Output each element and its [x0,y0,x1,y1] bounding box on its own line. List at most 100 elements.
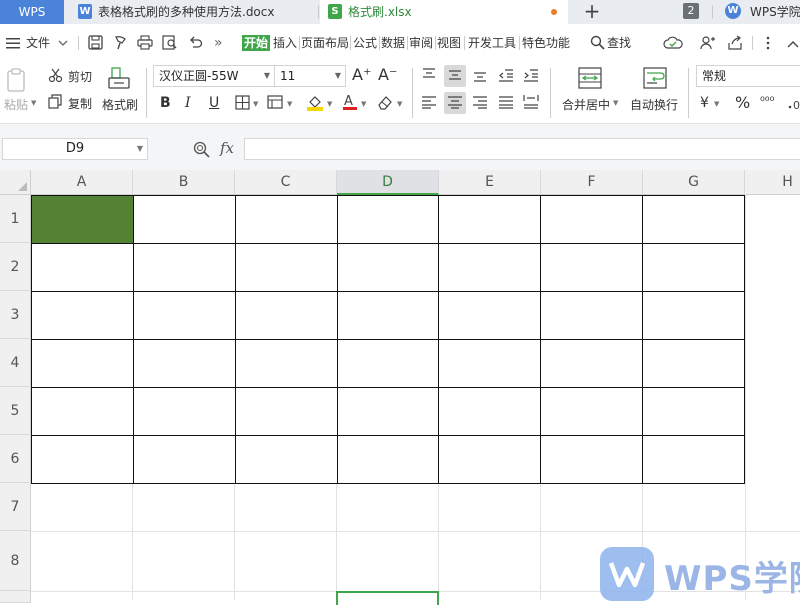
merge-center-icon[interactable] [578,67,602,92]
wps-academy-link[interactable]: WPS学院 [750,0,800,24]
align-top-icon[interactable] [421,68,437,85]
fill-color-dropdown-icon[interactable]: ▼ [327,100,332,108]
cut-button[interactable]: 剪切 [68,68,92,85]
row-header-1[interactable]: 1 [0,195,31,243]
cell-g1[interactable] [642,195,745,244]
paste-dropdown-icon[interactable]: ▼ [31,99,36,107]
cell-f4[interactable] [540,339,644,388]
export-share-icon[interactable] [727,35,743,53]
file-menu[interactable]: 文件 [26,35,50,51]
row-header-5[interactable]: 5 [0,387,31,435]
font-color-icon[interactable]: A [342,93,358,114]
cell-g5[interactable] [642,387,745,436]
cell-d2[interactable] [336,243,440,292]
cell-g2[interactable] [642,243,745,292]
format-painter-quick-icon[interactable] [113,35,128,53]
bold-button[interactable]: B [160,94,171,112]
font-color-dropdown-icon[interactable]: ▼ [361,100,366,108]
cell-b3[interactable] [132,291,236,340]
zoom-search-icon[interactable] [193,141,210,161]
cell-c5[interactable] [234,387,338,436]
currency-dropdown-icon[interactable]: ▼ [714,100,719,108]
cell-style-dropdown-icon[interactable]: ▼ [287,100,292,108]
cell-d1[interactable] [336,195,440,244]
row-header-7[interactable]: 7 [0,483,31,531]
select-all-corner[interactable] [0,170,31,195]
save-icon[interactable] [88,35,103,53]
paste-button[interactable]: 粘贴 [4,96,28,113]
merge-center-button[interactable]: 合并居中 [562,96,610,113]
column-header-c[interactable]: C [235,170,337,195]
cell-g6[interactable] [642,435,745,484]
cell-e5[interactable] [438,387,542,436]
underline-button[interactable]: U [209,94,219,112]
align-bottom-icon[interactable] [472,68,488,85]
cell-b6[interactable] [132,435,236,484]
search-label[interactable]: 查找 [607,35,631,51]
format-painter-icon[interactable] [108,66,132,95]
cell-b2[interactable] [132,243,236,292]
cell-e6[interactable] [438,435,542,484]
decrease-indent-icon[interactable] [498,68,514,85]
formula-input[interactable] [244,138,800,160]
align-middle-icon[interactable] [447,69,463,86]
currency-button[interactable]: ¥ [700,94,709,112]
increase-indent-icon[interactable] [523,68,539,85]
tab-special-features[interactable]: 特色功能 [522,35,570,51]
wrap-text-button[interactable]: 自动换行 [630,96,678,113]
font-name-select[interactable]: 汉仪正圆-55W ▼ [153,65,275,87]
cell-f5[interactable] [540,387,644,436]
tab-home[interactable]: 开始 [242,35,271,51]
cell-f6[interactable] [540,435,644,484]
cell-a2[interactable] [31,243,134,292]
cell-b5[interactable] [132,387,236,436]
tab-developer[interactable]: 开发工具 [468,35,516,51]
cell-a3[interactable] [31,291,134,340]
collapse-ribbon-icon[interactable] [786,38,800,52]
cell-c4[interactable] [234,339,338,388]
cell-style-icon[interactable] [267,95,283,113]
cell-a4[interactable] [31,339,134,388]
tab-data[interactable]: 数据 [381,35,405,51]
paste-icon[interactable] [6,68,28,95]
print-icon[interactable] [137,35,153,53]
column-header-d[interactable]: D [337,170,439,195]
cloud-sync-icon[interactable] [663,36,685,53]
cell-d5[interactable] [336,387,440,436]
active-cell-d9[interactable] [336,591,439,605]
tab-review[interactable]: 审阅 [409,35,433,51]
grow-font-button[interactable]: A⁺ [352,66,371,84]
scissors-icon[interactable] [48,68,63,86]
column-header-g[interactable]: G [643,170,745,195]
cell-b4[interactable] [132,339,236,388]
cell-d3[interactable] [336,291,440,340]
row-header-2[interactable]: 2 [0,243,31,291]
cell-c1[interactable] [234,195,338,244]
cell-d4[interactable] [336,339,440,388]
thousands-separator-button[interactable]: ⁰⁰⁰ [760,92,774,110]
tab-formulas[interactable]: 公式 [353,35,377,51]
cell-b1[interactable] [132,195,236,244]
row-header-6[interactable]: 6 [0,435,31,483]
cell-f1[interactable] [540,195,644,244]
column-header-f[interactable]: F [541,170,643,195]
format-painter-button[interactable]: 格式刷 [102,96,138,113]
undo-icon[interactable] [188,35,203,53]
share-user-icon[interactable] [700,35,715,53]
borders-icon[interactable] [235,95,250,113]
new-tab-button[interactable]: + [582,0,602,24]
tab-page-layout[interactable]: 页面布局 [301,35,349,51]
tab-docx[interactable]: W 表格格式刷的多种使用方法.docx [70,0,310,24]
wrap-text-icon[interactable] [643,67,667,92]
column-header-h[interactable]: H [745,170,800,195]
cell-f3[interactable] [540,291,644,340]
cell-e3[interactable] [438,291,542,340]
percent-button[interactable]: % [735,94,750,112]
justify-icon[interactable] [498,95,514,112]
font-size-select[interactable]: 11 ▼ [274,65,346,87]
insert-function-button[interactable]: fx [220,139,234,157]
row-header-4[interactable]: 4 [0,339,31,387]
hamburger-menu-icon[interactable] [6,37,20,52]
cell-e4[interactable] [438,339,542,388]
row-header-9[interactable] [0,591,31,603]
